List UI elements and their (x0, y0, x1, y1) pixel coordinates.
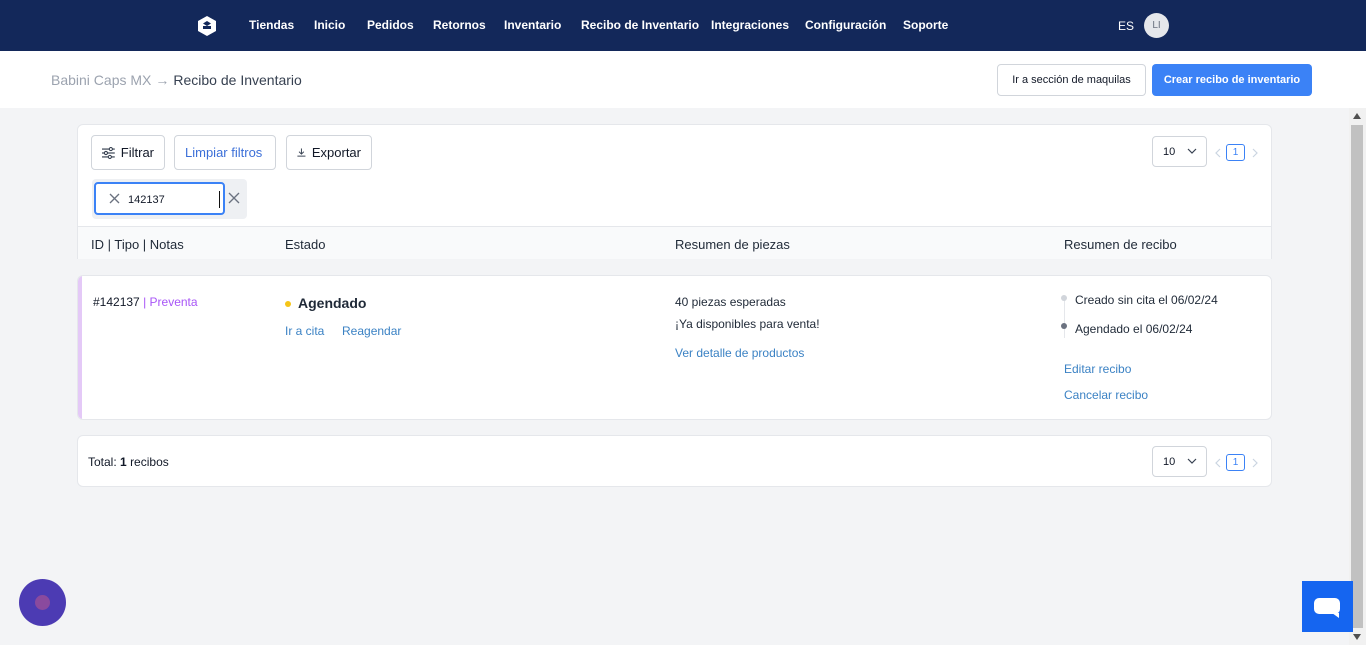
receipt-id[interactable]: #142137 (93, 295, 140, 309)
next-page-icon[interactable] (1251, 148, 1259, 158)
status-label: Agendado (298, 295, 367, 311)
page-header: Babini Caps MX → Recibo de Inventario Ir a… (0, 51, 1366, 108)
nav-inventario[interactable]: Inventario (504, 18, 561, 32)
total-number: 1 (120, 455, 127, 469)
create-receipt-button[interactable]: Crear recibo de inventario (1152, 64, 1312, 96)
vertical-scrollbar[interactable] (1349, 108, 1366, 645)
user-avatar[interactable]: LI (1144, 13, 1169, 38)
nav-soporte[interactable]: Soporte (903, 18, 948, 32)
breadcrumb-arrow: → (155, 72, 170, 88)
edit-receipt-link[interactable]: Editar recibo (1064, 362, 1131, 376)
status-dot (285, 301, 291, 307)
footer-page-size-select[interactable]: 10 (1152, 446, 1207, 477)
footer-prev-page-icon[interactable] (1214, 458, 1222, 468)
filter-button-label: Filtrar (120, 145, 154, 160)
nav-configuracion[interactable]: Configuración (805, 18, 886, 32)
scroll-up-arrow-icon[interactable] (1353, 113, 1361, 119)
footer-page-number-button[interactable]: 1 (1226, 454, 1245, 471)
footer-next-page-icon[interactable] (1251, 458, 1259, 468)
receipt-type: | Preventa (143, 295, 198, 309)
cancel-receipt-link[interactable]: Cancelar recibo (1064, 388, 1148, 402)
breadcrumb-current-page: Recibo de Inventario (173, 72, 302, 88)
maquilas-section-button[interactable]: Ir a sección de maquilas (997, 64, 1146, 96)
nav-integraciones[interactable]: Integraciones (711, 18, 789, 32)
chat-bubble-icon (1314, 598, 1340, 618)
footer-page-size-value: 10 (1163, 456, 1176, 468)
breadcrumb-store[interactable]: Babini Caps MX (51, 72, 151, 88)
pieces-expected: 40 piezas esperadas (675, 295, 786, 309)
nav-recibo-de-inventario[interactable]: Recibo de Inventario (581, 18, 699, 32)
clear-filters-label: Limpiar filtros (185, 145, 263, 160)
table-row[interactable]: #142137 | Preventa Agendado Ir a cita Re… (77, 275, 1272, 420)
page-size-value: 10 (1163, 146, 1176, 158)
page-size-select[interactable]: 10 (1152, 136, 1207, 167)
search-clear-icon[interactable] (108, 192, 121, 205)
id-search-box (94, 182, 225, 215)
timeline-dot-scheduled (1061, 323, 1067, 329)
nav-tiendas[interactable]: Tiendas (249, 18, 294, 32)
id-search-chip (92, 179, 247, 219)
timeline-line (1064, 300, 1065, 338)
scroll-down-arrow-icon[interactable] (1353, 634, 1361, 640)
timeline-scheduled: Agendado el 06/02/24 (1075, 322, 1193, 336)
download-icon (297, 148, 306, 157)
assistant-launcher-button[interactable] (19, 579, 66, 626)
nav-pedidos[interactable]: Pedidos (367, 18, 414, 32)
clear-filters-button[interactable]: Limpiar filtros (174, 135, 276, 170)
timeline-created: Creado sin cita el 06/02/24 (1075, 293, 1218, 307)
scrollbar-thumb[interactable] (1351, 125, 1363, 628)
row-id-type: #142137 | Preventa (93, 295, 198, 309)
chevron-down-icon (1187, 148, 1197, 154)
go-to-appointment-link[interactable]: Ir a cita (285, 324, 324, 338)
chat-widget-button[interactable] (1302, 581, 1353, 632)
column-header-receipt: Resumen de recibo (1064, 237, 1177, 252)
filter-button[interactable]: Filtrar (91, 135, 165, 170)
timeline-dot-created (1061, 295, 1067, 301)
reschedule-link[interactable]: Reagendar (342, 324, 401, 338)
column-header-id: ID | Tipo | Notas (91, 237, 184, 252)
total-count: Total: 1 recibos (88, 455, 169, 469)
product-detail-link[interactable]: Ver detalle de productos (675, 346, 804, 360)
total-suffix: recibos (130, 455, 169, 469)
column-header-estado: Estado (285, 237, 326, 252)
assistant-dot-icon (35, 595, 50, 610)
language-selector[interactable]: ES (1118, 19, 1134, 33)
export-button-label: Exportar (311, 145, 361, 160)
prev-page-icon[interactable] (1214, 148, 1222, 158)
page-number-button[interactable]: 1 (1226, 144, 1245, 161)
filter-panel: Filtrar Limpiar filtros Exportar 10 (77, 124, 1272, 259)
available-note: ¡Ya disponibles para venta! (675, 317, 820, 331)
export-button[interactable]: Exportar (286, 135, 372, 170)
row-accent-bar (78, 276, 82, 419)
total-prefix: Total: (88, 455, 117, 469)
breadcrumb: Babini Caps MX → Recibo de Inventario (51, 72, 302, 88)
table-header: ID | Tipo | Notas Estado Resumen de piez… (78, 226, 1271, 259)
top-navbar: Tiendas Inicio Pedidos Retornos Inventar… (0, 0, 1366, 51)
sliders-icon (102, 146, 115, 159)
remove-filter-icon[interactable] (228, 192, 240, 204)
nav-inicio[interactable]: Inicio (314, 18, 345, 32)
pagination-footer: Total: 1 recibos 10 1 (77, 435, 1272, 487)
column-header-pieces: Resumen de piezas (675, 237, 790, 252)
brand-logo-icon[interactable] (196, 15, 218, 37)
id-search-input[interactable] (128, 191, 220, 208)
nav-retornos[interactable]: Retornos (433, 18, 486, 32)
chevron-down-icon (1187, 458, 1197, 464)
